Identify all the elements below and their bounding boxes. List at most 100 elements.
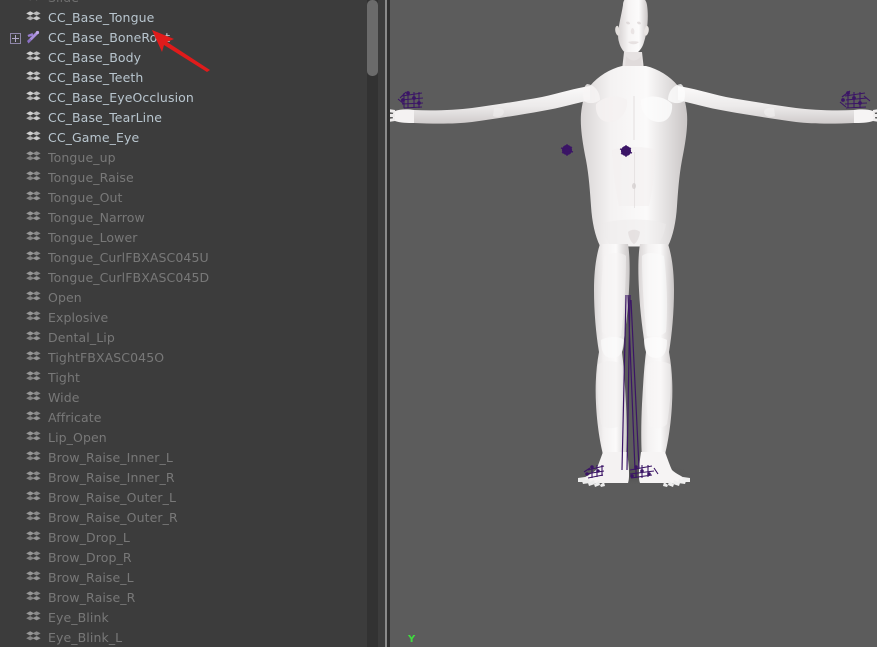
viewport-3d[interactable]: Y	[390, 0, 877, 647]
tree-item-open[interactable]: Open	[0, 288, 370, 308]
tree-item-label: Tongue_Out	[48, 190, 123, 205]
tree-item-label: Tongue_CurlFBXASC045U	[48, 250, 209, 265]
tree-item-label: CC_Base_Body	[48, 50, 142, 65]
tree-item-tight[interactable]: Tight	[0, 368, 370, 388]
mesh-icon	[25, 610, 45, 626]
mesh-icon	[25, 170, 45, 186]
tree-item-brow-raise-r[interactable]: Brow_Raise_R	[0, 588, 370, 608]
tree-item-tongue-up[interactable]: Tongue_up	[0, 148, 370, 168]
tree-item-label: CC_Base_EyeOcclusion	[48, 90, 194, 105]
mesh-icon	[25, 250, 45, 266]
tree-item-cc-base-body[interactable]: CC_Base_Body	[0, 48, 370, 68]
tree-item-eye-blink-l[interactable]: Eye_Blink_L	[0, 628, 370, 647]
tree-item-wide[interactable]: Wide	[0, 388, 370, 408]
mesh-icon	[25, 630, 45, 646]
axis-gizmo-y: Y	[408, 634, 416, 645]
tree-item-label: Brow_Drop_R	[48, 550, 132, 565]
tree-item-slide[interactable]: Slide	[0, 0, 370, 8]
tree-item-cc-base-eyeocclusion[interactable]: CC_Base_EyeOcclusion	[0, 88, 370, 108]
mesh-icon	[25, 350, 45, 366]
mesh-icon	[25, 330, 45, 346]
mesh-icon	[25, 10, 45, 26]
tree-item-tongue-out[interactable]: Tongue_Out	[0, 188, 370, 208]
tree-item-brow-raise-inner-l[interactable]: Brow_Raise_Inner_L	[0, 448, 370, 468]
tree-item-label: Brow_Raise_Outer_R	[48, 510, 178, 525]
mesh-icon	[25, 430, 45, 446]
mesh-icon	[25, 110, 45, 126]
tree-item-brow-drop-l[interactable]: Brow_Drop_L	[0, 528, 370, 548]
tree-item-brow-raise-outer-r[interactable]: Brow_Raise_Outer_R	[0, 508, 370, 528]
tree-item-label: Brow_Raise_Inner_R	[48, 470, 175, 485]
tree-item-label: Dental_Lip	[48, 330, 115, 345]
tree-item-brow-raise-inner-r[interactable]: Brow_Raise_Inner_R	[0, 468, 370, 488]
tree-item-affricate[interactable]: Affricate	[0, 408, 370, 428]
tree-item-label: Affricate	[48, 410, 102, 425]
tree-item-label: Brow_Raise_Inner_L	[48, 450, 173, 465]
tree-item-label: Eye_Blink	[48, 610, 109, 625]
mesh-icon	[25, 290, 45, 306]
tree-item-label: Tongue_CurlFBXASC045D	[48, 270, 210, 285]
tree-item-label: Wide	[48, 390, 80, 405]
tree-item-label: CC_Base_BoneRoot	[48, 30, 171, 45]
mesh-icon	[25, 50, 45, 66]
mesh-icon	[25, 270, 45, 286]
tree-item-eye-blink[interactable]: Eye_Blink	[0, 608, 370, 628]
viewport-render	[390, 0, 877, 647]
mesh-icon	[25, 510, 45, 526]
mesh-icon	[25, 530, 45, 546]
tree-item-tongue-narrow[interactable]: Tongue_Narrow	[0, 208, 370, 228]
mesh-icon	[25, 210, 45, 226]
tree-item-tongue-lower[interactable]: Tongue_Lower	[0, 228, 370, 248]
tree-item-label: Open	[48, 290, 82, 305]
mesh-icon	[25, 450, 45, 466]
tree-item-label: Explosive	[48, 310, 109, 325]
tree-item-tongue-curlfbxasc045u[interactable]: Tongue_CurlFBXASC045U	[0, 248, 370, 268]
tree-item-label: Slide	[48, 0, 79, 6]
tree-item-label: Eye_Blink_L	[48, 630, 123, 645]
expand-toggle-icon[interactable]	[10, 32, 21, 44]
mesh-icon	[25, 570, 45, 586]
tree-item-label: Tongue_Raise	[48, 170, 134, 185]
tree-item-cc-base-teeth[interactable]: CC_Base_Teeth	[0, 68, 370, 88]
mesh-icon	[25, 410, 45, 426]
tree-item-dental-lip[interactable]: Dental_Lip	[0, 328, 370, 348]
hierarchy-scrollbar-thumb[interactable]	[367, 0, 378, 76]
tree-item-label: Brow_Raise_R	[48, 590, 136, 605]
tree-item-cc-base-tearline[interactable]: CC_Base_TearLine	[0, 108, 370, 128]
tree-item-cc-base-tongue[interactable]: CC_Base_Tongue	[0, 8, 370, 28]
tree-item-brow-raise-outer-l[interactable]: Brow_Raise_Outer_L	[0, 488, 370, 508]
mesh-icon	[25, 190, 45, 206]
tree-item-tightfbxasc045o[interactable]: TightFBXASC045O	[0, 348, 370, 368]
mesh-icon	[25, 590, 45, 606]
bone-icon	[25, 30, 45, 46]
tree-item-label: CC_Base_Teeth	[48, 70, 144, 85]
mesh-icon	[25, 90, 45, 106]
mesh-icon	[25, 490, 45, 506]
tree-item-brow-drop-r[interactable]: Brow_Drop_R	[0, 548, 370, 568]
tree-item-label: CC_Base_Tongue	[48, 10, 155, 25]
mesh-icon	[25, 0, 45, 6]
tree-item-label: Tight	[48, 370, 80, 385]
tree-item-explosive[interactable]: Explosive	[0, 308, 370, 328]
tree-item-label: Tongue_Lower	[48, 230, 138, 245]
tree-item-label: Tongue_up	[48, 150, 116, 165]
mesh-icon	[25, 310, 45, 326]
hierarchy-scrollbar[interactable]	[367, 0, 378, 647]
mesh-icon	[25, 470, 45, 486]
mesh-icon	[25, 370, 45, 386]
hierarchy-tree-list: Slide CC_Base_Tongue CC_Base_BoneRoot CC_Ba…	[0, 0, 370, 647]
tree-item-cc-game-eye[interactable]: CC_Game_Eye	[0, 128, 370, 148]
mesh-icon	[25, 150, 45, 166]
tree-item-label: Brow_Raise_L	[48, 570, 134, 585]
mesh-icon	[25, 130, 45, 146]
mesh-icon	[25, 230, 45, 246]
mesh-icon	[25, 70, 45, 86]
application-window: Slide CC_Base_Tongue CC_Base_BoneRoot CC_Ba…	[0, 0, 877, 647]
tree-item-tongue-raise[interactable]: Tongue_Raise	[0, 168, 370, 188]
tree-item-lip-open[interactable]: Lip_Open	[0, 428, 370, 448]
tree-item-tongue-curlfbxasc045d[interactable]: Tongue_CurlFBXASC045D	[0, 268, 370, 288]
tree-item-label: Lip_Open	[48, 430, 107, 445]
tree-item-label: Brow_Drop_L	[48, 530, 130, 545]
tree-item-cc-base-boneroot[interactable]: CC_Base_BoneRoot	[0, 28, 370, 48]
tree-item-brow-raise-l[interactable]: Brow_Raise_L	[0, 568, 370, 588]
